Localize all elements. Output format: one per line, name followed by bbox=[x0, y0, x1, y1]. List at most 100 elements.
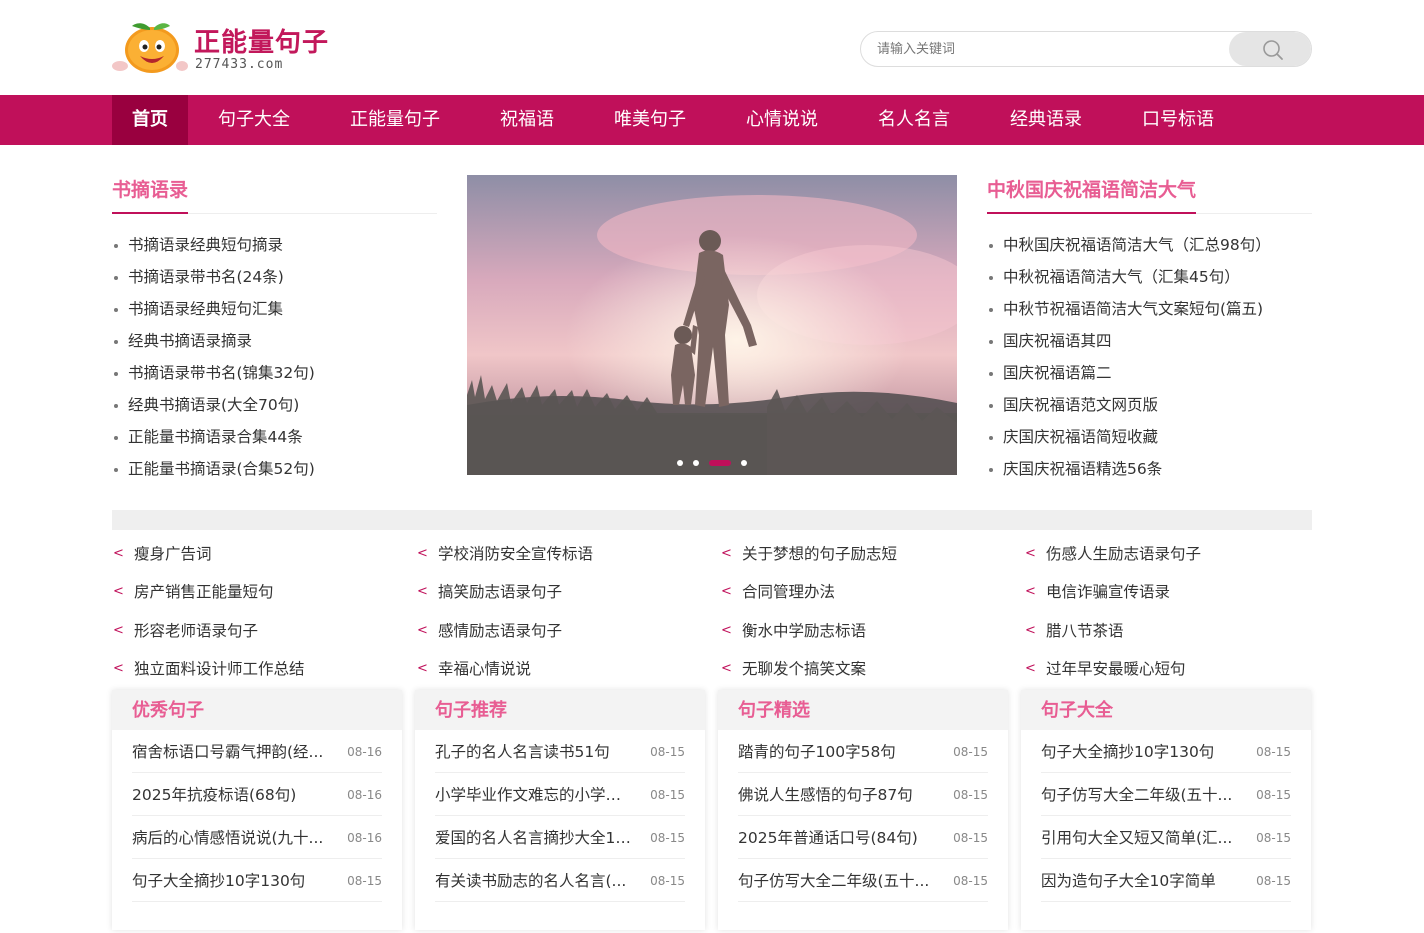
tag-link[interactable]: < 合同管理办法 bbox=[720, 575, 1024, 609]
nav-item[interactable]: 名人名言 bbox=[848, 95, 980, 145]
list-item[interactable]: 2025年普通话口号(84句) 08-15 bbox=[738, 816, 988, 859]
chevron-left-icon: < bbox=[113, 584, 124, 600]
panel-title[interactable]: 句子推荐 bbox=[415, 690, 705, 730]
right-column: 中秋国庆祝福语简洁大气 中秋国庆祝福语简洁大气（汇总98句） 中秋祝福语简洁大气… bbox=[987, 175, 1312, 485]
list-item[interactable]: 经典书摘语录(大全70句) bbox=[112, 389, 437, 421]
list-item[interactable]: 书摘语录经典短句摘录 bbox=[112, 229, 437, 261]
list-item[interactable]: 因为造句子大全10字简单 08-15 bbox=[1041, 859, 1291, 902]
search-button[interactable] bbox=[1229, 32, 1311, 66]
list-item[interactable]: 国庆祝福语篇二 bbox=[987, 357, 1312, 389]
site-logo[interactable]: 正能量句子 277433.com bbox=[112, 20, 332, 80]
list-item[interactable]: 佛说人生感悟的句子87句 08-15 bbox=[738, 773, 988, 816]
tag-label: 感情励志语录句子 bbox=[438, 621, 563, 640]
image-slider[interactable] bbox=[467, 175, 957, 475]
item-date: 08-15 bbox=[1256, 831, 1291, 845]
chevron-left-icon: < bbox=[721, 660, 732, 676]
section-title[interactable]: 书摘语录 bbox=[112, 175, 189, 214]
item-title: 踏青的句子100字58句 bbox=[738, 743, 896, 761]
list-item[interactable]: 中秋节祝福语简洁大气文案短句(篇五) bbox=[987, 293, 1312, 325]
tag-link[interactable]: < 幸福心情说说 bbox=[416, 652, 720, 686]
section-title[interactable]: 中秋国庆祝福语简洁大气 bbox=[987, 175, 1197, 214]
list-item[interactable]: 国庆祝福语其四 bbox=[987, 325, 1312, 357]
slider-dot[interactable] bbox=[741, 460, 747, 466]
panel-list: 孔子的名人名言读书51句 08-15 小学毕业作文难忘的小学生... 08-15 爱… bbox=[415, 730, 705, 902]
site-title: 正能量句子 bbox=[194, 28, 330, 58]
nav-item[interactable]: 正能量句子 bbox=[320, 95, 470, 145]
list-item[interactable]: 引用句大全又短又简单(汇... 08-15 bbox=[1041, 816, 1291, 859]
main-nav: 首页 句子大全 正能量句子 祝福语 唯美句子 心情说说 名人名言 经典语录 口号… bbox=[0, 95, 1424, 145]
list-item[interactable]: 正能量书摘语录(合集52句) bbox=[112, 453, 437, 485]
tag-link[interactable]: < 搞笑励志语录句子 bbox=[416, 575, 720, 609]
panel-title[interactable]: 优秀句子 bbox=[112, 690, 402, 730]
item-title: 引用句大全又短又简单(汇... bbox=[1041, 829, 1233, 847]
tag-link[interactable]: < 电信诈骗宣传语录 bbox=[1024, 575, 1328, 609]
list-item[interactable]: 经典书摘语录摘录 bbox=[112, 325, 437, 357]
list-item[interactable]: 句子大全摘抄10字130句 08-15 bbox=[1041, 730, 1291, 773]
tag-link[interactable]: < 独立面料设计师工作总结 bbox=[112, 652, 416, 686]
chevron-left-icon: < bbox=[1025, 660, 1036, 676]
search-input[interactable] bbox=[861, 32, 1231, 66]
list-item[interactable]: 句子大全摘抄10字130句 08-15 bbox=[132, 859, 382, 902]
list-item[interactable]: 正能量书摘语录合集44条 bbox=[112, 421, 437, 453]
list-item[interactable]: 句子仿写大全二年级(五十... 08-15 bbox=[738, 859, 988, 902]
item-date: 08-15 bbox=[650, 831, 685, 845]
site-domain: 277433.com bbox=[195, 57, 284, 72]
list-item[interactable]: 书摘语录带书名(24条) bbox=[112, 261, 437, 293]
item-date: 08-15 bbox=[1256, 788, 1291, 802]
list-item[interactable]: 国庆祝福语范文网页版 bbox=[987, 389, 1312, 421]
list-item[interactable]: 书摘语录经典短句汇集 bbox=[112, 293, 437, 325]
nav-item[interactable]: 经典语录 bbox=[980, 95, 1112, 145]
tag-link[interactable]: < 伤感人生励志语录句子 bbox=[1024, 537, 1328, 571]
chevron-left-icon: < bbox=[1025, 584, 1036, 600]
slider-dot[interactable] bbox=[693, 460, 699, 466]
tag-link[interactable]: < 形容老师语录句子 bbox=[112, 614, 416, 648]
tag-link[interactable]: < 衡水中学励志标语 bbox=[720, 614, 1024, 648]
nav-item-home[interactable]: 首页 bbox=[112, 95, 188, 145]
tag-label: 幸福心情说说 bbox=[438, 659, 532, 678]
panel-jingxuan: 句子精选 踏青的句子100字58句 08-15 佛说人生感悟的句子87句 08-15… bbox=[718, 690, 1008, 930]
list-item[interactable]: 病后的心情感悟说说(九十... 08-16 bbox=[132, 816, 382, 859]
list-item[interactable]: 小学毕业作文难忘的小学生... 08-15 bbox=[435, 773, 685, 816]
tag-label: 腊八节茶语 bbox=[1046, 621, 1124, 640]
tag-link[interactable]: < 瘦身广告词 bbox=[112, 537, 416, 571]
item-date: 08-15 bbox=[953, 831, 988, 845]
list-item[interactable]: 书摘语录带书名(锦集32句) bbox=[112, 357, 437, 389]
list-item[interactable]: 庆国庆祝福语简短收藏 bbox=[987, 421, 1312, 453]
tag-link[interactable]: < 感情励志语录句子 bbox=[416, 614, 720, 648]
list-item[interactable]: 2025年抗疫标语(68句) 08-16 bbox=[132, 773, 382, 816]
tag-section: < 瘦身广告词 < 学校消防安全宣传标语 < 关于梦想的句子励志短 < 伤感人生励志语录… bbox=[112, 510, 1312, 690]
nav-item[interactable]: 口号标语 bbox=[1112, 95, 1244, 145]
list-item[interactable]: 有关读书励志的名人名言(... 08-15 bbox=[435, 859, 685, 902]
list-item[interactable]: 踏青的句子100字58句 08-15 bbox=[738, 730, 988, 773]
tag-label: 伤感人生励志语录句子 bbox=[1046, 545, 1202, 563]
tag-link[interactable]: < 腊八节茶语 bbox=[1024, 614, 1328, 648]
list-item[interactable]: 宿舍标语口号霸气押韵(经... 08-16 bbox=[132, 730, 382, 773]
section-header: 书摘语录 bbox=[112, 175, 437, 214]
panel-title[interactable]: 句子大全 bbox=[1021, 690, 1311, 730]
nav-item[interactable]: 句子大全 bbox=[188, 95, 320, 145]
tag-link[interactable]: < 无聊发个搞笑文案 bbox=[720, 652, 1024, 686]
item-title: 小学毕业作文难忘的小学生... bbox=[435, 786, 635, 804]
chevron-left-icon: < bbox=[1025, 622, 1036, 638]
slider-dot-active[interactable] bbox=[709, 460, 731, 466]
tag-link[interactable]: < 过年早安最暖心短句 bbox=[1024, 652, 1328, 686]
list-item[interactable]: 庆国庆祝福语精选56条 bbox=[987, 453, 1312, 485]
left-column: 书摘语录 书摘语录经典短句摘录 书摘语录带书名(24条) 书摘语录经典短句汇集 … bbox=[112, 175, 437, 485]
list-item[interactable]: 中秋祝福语简洁大气（汇集45句） bbox=[987, 261, 1312, 293]
list-item[interactable]: 句子仿写大全二年级(五十... 08-15 bbox=[1041, 773, 1291, 816]
tag-link[interactable]: < 关于梦想的句子励志短 bbox=[720, 537, 1024, 571]
nav-list: 首页 句子大全 正能量句子 祝福语 唯美句子 心情说说 名人名言 经典语录 口号… bbox=[112, 95, 1312, 145]
tag-link[interactable]: < 房产销售正能量短句 bbox=[112, 575, 416, 609]
tag-label: 搞笑励志语录句子 bbox=[438, 583, 563, 602]
list-item[interactable]: 爱国的名人名言摘抄大全15... 08-15 bbox=[435, 816, 685, 859]
section-header: 中秋国庆祝福语简洁大气 bbox=[987, 175, 1312, 214]
nav-item[interactable]: 祝福语 bbox=[470, 95, 584, 145]
tag-link[interactable]: < 学校消防安全宣传标语 bbox=[416, 537, 720, 571]
panel-title[interactable]: 句子精选 bbox=[718, 690, 1008, 730]
slider-dot[interactable] bbox=[677, 460, 683, 466]
list-item[interactable]: 孔子的名人名言读书51句 08-15 bbox=[435, 730, 685, 773]
list-item[interactable]: 中秋国庆祝福语简洁大气（汇总98句） bbox=[987, 229, 1312, 261]
nav-item[interactable]: 唯美句子 bbox=[584, 95, 716, 145]
item-date: 08-15 bbox=[953, 745, 988, 759]
nav-item[interactable]: 心情说说 bbox=[716, 95, 848, 145]
